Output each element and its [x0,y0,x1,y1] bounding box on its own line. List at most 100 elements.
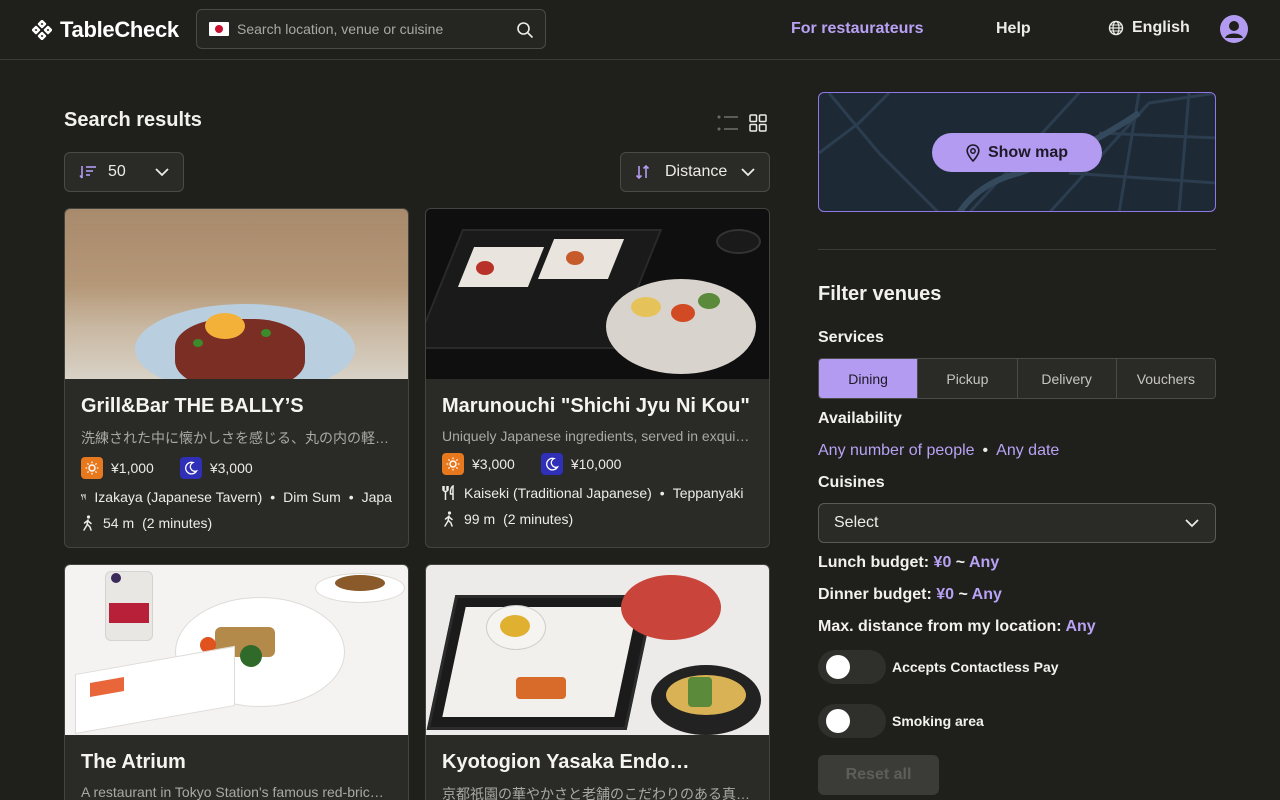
walking-icon [83,515,92,531]
contactless-pay-filter: Accepts Contactless Pay [818,650,1059,684]
lunch-budget-min: ¥0 [933,554,952,571]
filter-venues-heading: Filter venues [818,283,942,305]
smoking-area-filter: Smoking area [818,704,984,738]
venue-card[interactable]: Kyotogion Yasaka Endo… 京都祇園の華やかさと老舗のこだわり… [425,564,770,800]
venue-distance: 54 m [103,515,135,531]
venue-card[interactable]: The Atrium A restaurant in Tokyo Station… [64,564,409,800]
sort-arrows-icon [635,164,650,180]
lunch-price: ¥3,000 [472,456,515,472]
search-input[interactable] [237,21,507,37]
contactless-pay-toggle[interactable] [818,650,886,684]
list-view-icon[interactable] [717,114,739,132]
services-label: Services [818,329,884,346]
per-page-value: 50 [108,163,126,180]
availability-selector: Any number of people • Any date [818,442,1060,460]
cuisine-tag: Japa [361,489,392,505]
walking-icon [444,511,453,527]
show-map-label: Show map [987,143,1068,161]
search-box[interactable] [196,9,546,49]
chevron-down-icon [155,167,169,176]
venue-name[interactable]: Grill&Bar THE BALLY’S [81,395,392,418]
max-distance-filter[interactable]: Max. distance from my location: Any [818,618,1096,636]
tablecheck-logo[interactable]: TableCheck [32,17,179,43]
price-row: ¥1,000 ¥3,000 [81,457,392,479]
show-map-button[interactable]: Show map [932,133,1102,172]
language-label: English [1132,19,1190,36]
cuisine-row: Izakaya (Japanese Tavern) • Dim Sum • Ja… [81,489,392,505]
service-dining-tab[interactable]: Dining [819,359,918,398]
cuisines-select-value: Select [834,514,879,531]
venue-photo[interactable] [426,209,769,379]
for-restaurateurs-link[interactable]: For restaurateurs [791,20,924,38]
logo-text: TableCheck [60,17,179,42]
utensils-icon [442,485,454,500]
price-row: ¥3,000 ¥10,000 [442,453,753,475]
venue-name[interactable]: Kyotogion Yasaka Endo… [442,751,753,774]
search-results-heading: Search results [64,109,202,131]
cuisine-tag: Teppanyaki [672,485,744,501]
sort-select[interactable]: Distance [620,152,770,192]
venue-description: Uniquely Japanese ingredients, served in… [442,428,750,444]
dinner-budget-filter[interactable]: Dinner budget: ¥0 ~ Any [818,586,1002,604]
max-distance-value: Any [1065,618,1096,635]
divider [818,249,1216,250]
venue-photo[interactable] [65,565,408,735]
service-delivery-tab[interactable]: Delivery [1016,359,1116,398]
people-selector[interactable]: Any number of people [818,442,975,460]
dinner-budget-label: Dinner budget: [818,586,932,603]
dinner-price: ¥3,000 [209,460,253,476]
grid-view-icon[interactable] [749,114,767,132]
chevron-down-icon [741,167,755,176]
walk-time: (2 minutes) [142,515,213,531]
sun-icon [442,453,464,475]
lunch-budget-max: Any [969,554,1000,571]
venue-photo[interactable] [426,565,769,735]
map-preview[interactable]: Show map [818,92,1216,212]
lunch-price: ¥1,000 [111,460,154,476]
venue-card[interactable]: Marunouchi "Shichi Jyu Ni Kou" Uniquely … [425,208,770,548]
reset-all-button[interactable]: Reset all [818,755,939,795]
map-pin-icon [966,143,980,162]
max-distance-label: Max. distance from my location: [818,618,1062,635]
cuisines-select[interactable]: Select [818,503,1216,543]
dinner-budget-max: Any [971,586,1002,603]
service-vouchers-tab[interactable]: Vouchers [1115,359,1215,398]
results-per-page-select[interactable]: 50 [64,152,184,192]
venue-photo[interactable] [65,209,408,379]
logo-icon [32,20,52,40]
walk-time: (2 minutes) [503,511,574,527]
japan-flag-icon[interactable] [209,22,229,36]
cuisines-label: Cuisines [818,474,885,491]
globe-icon [1108,20,1124,36]
venue-name[interactable]: Marunouchi "Shichi Jyu Ni Kou" [442,395,753,418]
venue-description: 京都祇園の華やかさと老舗のこだわりのある真… [442,786,750,800]
top-header: TableCheck For restaurateurs Help Englis… [0,0,1280,60]
distance-row: 99 m (2 minutes) [442,511,753,527]
date-selector[interactable]: Any date [996,442,1059,460]
venue-name[interactable]: The Atrium [81,751,392,774]
user-avatar-icon[interactable] [1220,15,1248,43]
venue-description: 洗練された中に懐かしさを感じる、丸の内の軽… [81,430,389,446]
dinner-budget-min: ¥0 [936,586,955,603]
lunch-budget-filter[interactable]: Lunch budget: ¥0 ~ Any [818,554,999,572]
cuisine-tag: Kaiseki (Traditional Japanese) [464,485,652,501]
lunch-budget-label: Lunch budget: [818,554,930,571]
dinner-price: ¥10,000 [570,456,622,472]
help-link[interactable]: Help [996,20,1031,38]
smoking-area-toggle[interactable] [818,704,886,738]
distance-row: 54 m (2 minutes) [81,515,392,531]
language-selector[interactable]: English [1108,19,1190,37]
search-icon[interactable] [515,20,535,40]
availability-label: Availability [818,410,902,427]
moon-icon [540,453,563,475]
cuisine-tag: Izakaya (Japanese Tavern) [94,489,263,505]
smoking-area-label: Smoking area [892,713,984,729]
cuisine-tag: Dim Sum [283,489,341,505]
sun-icon [81,457,103,479]
contactless-pay-label: Accepts Contactless Pay [892,659,1059,675]
utensils-icon [81,493,86,500]
chevron-down-icon [1185,519,1199,528]
service-pickup-tab[interactable]: Pickup [917,359,1017,398]
venue-card[interactable]: Grill&Bar THE BALLY’S 洗練された中に懐かしさを感じる、丸の… [64,208,409,548]
services-toggle-group: Dining Pickup Delivery Vouchers [818,358,1216,399]
